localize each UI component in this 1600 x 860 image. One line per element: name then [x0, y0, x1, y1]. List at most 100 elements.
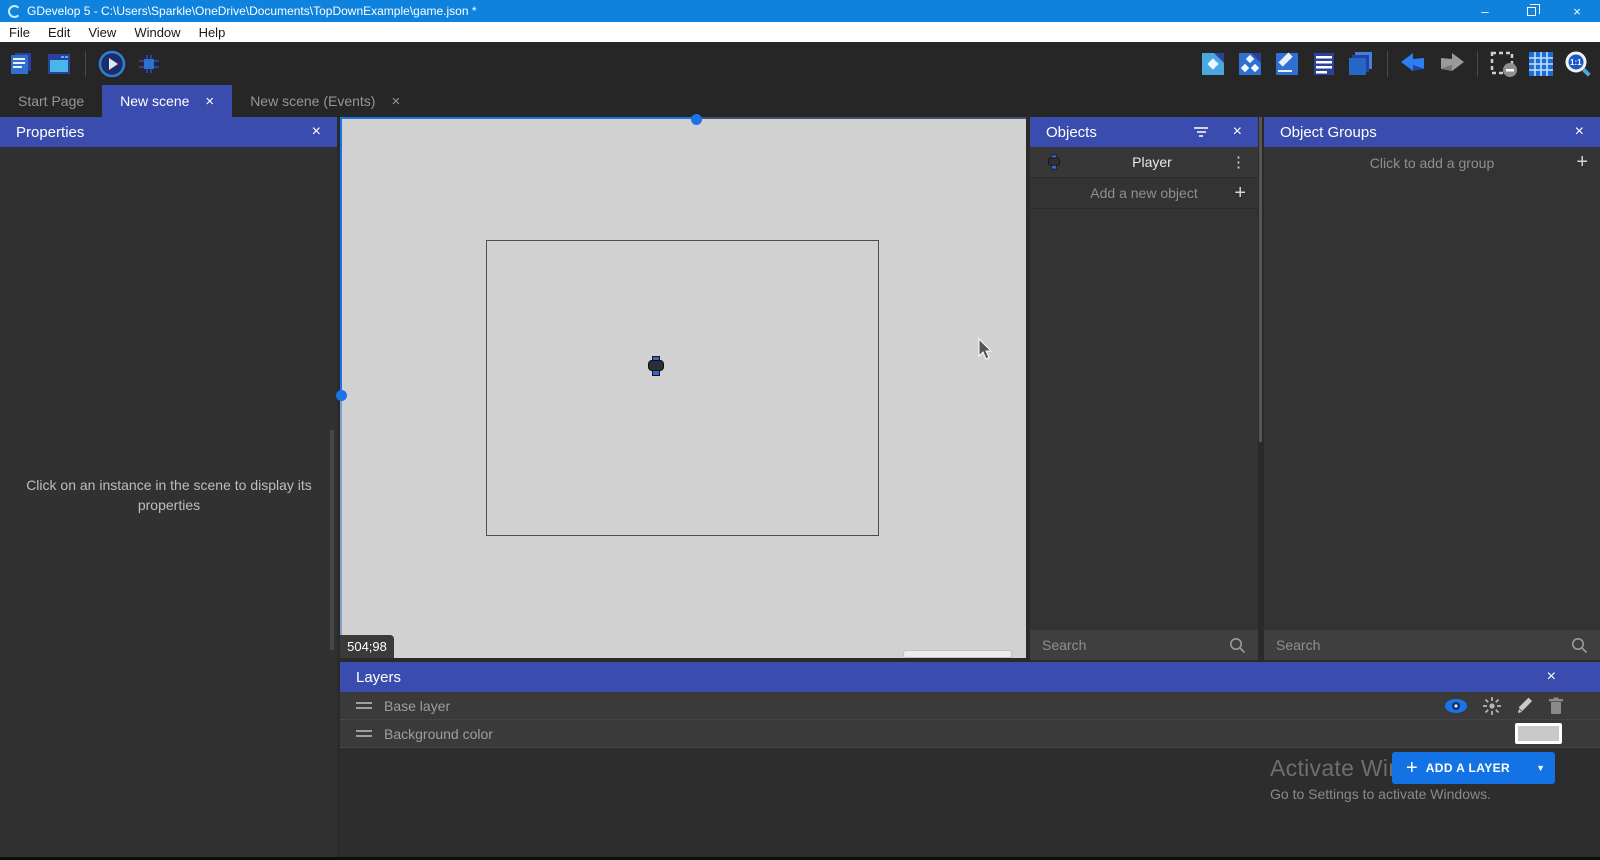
plus-icon[interactable]: +	[1576, 151, 1588, 174]
object-row-player[interactable]: Player ⋮	[1030, 147, 1258, 178]
add-layer-button[interactable]: + ADD A LAYER ▼	[1392, 752, 1555, 784]
open-layers-icon[interactable]	[1347, 50, 1375, 78]
add-object-group-icon[interactable]	[1236, 50, 1264, 78]
toolbar: 1:1	[0, 42, 1600, 85]
redo-icon[interactable]	[1437, 50, 1465, 78]
close-objects-icon[interactable]: ×	[1233, 117, 1242, 147]
objects-panel: Objects × Player ⋮ Add a new object +	[1030, 117, 1258, 660]
objects-scrollbar[interactable]	[1259, 117, 1262, 442]
player-thumbnail	[1048, 155, 1060, 170]
close-tab-icon[interactable]: ×	[391, 93, 400, 110]
player-instance[interactable]	[648, 356, 664, 376]
edit-scene-properties-icon[interactable]	[1273, 50, 1301, 78]
restore-button[interactable]	[1508, 0, 1554, 22]
debug-icon[interactable]	[135, 50, 163, 78]
objects-search-input[interactable]	[1042, 637, 1229, 653]
layer-effects-icon[interactable]	[1482, 696, 1502, 716]
v-scroll-handle[interactable]	[336, 390, 347, 401]
drag-handle-icon[interactable]	[356, 699, 372, 712]
caret-down-icon[interactable]: ▼	[1536, 763, 1545, 773]
window-title: GDevelop 5 - C:\Users\Sparkle\OneDrive\D…	[27, 4, 477, 18]
add-group-row[interactable]: Click to add a group +	[1264, 147, 1600, 178]
properties-empty-message: Click on an instance in the scene to dis…	[24, 475, 314, 516]
layers-title: Layers	[356, 669, 401, 686]
menu-window[interactable]: Window	[125, 22, 189, 42]
layer-name: Base layer	[384, 698, 450, 714]
search-icon	[1229, 637, 1246, 654]
properties-header: Properties ×	[0, 117, 337, 147]
tab-label: New scene (Events)	[250, 93, 375, 109]
objects-search	[1030, 630, 1258, 660]
open-events-icon[interactable]	[1310, 50, 1338, 78]
canvas-hscrollbar-thumb[interactable]	[903, 650, 1012, 658]
layer-edit-icon[interactable]	[1516, 697, 1534, 715]
add-layer-label: ADD A LAYER	[1426, 761, 1536, 775]
scene-window-bounds	[486, 240, 879, 536]
tab-new-scene[interactable]: New scene ×	[102, 85, 232, 117]
h-scroll-handle[interactable]	[691, 114, 702, 125]
titlebar: GDevelop 5 - C:\Users\Sparkle\OneDrive\D…	[0, 0, 1600, 22]
h-scroll-track	[697, 117, 1026, 119]
menu-file[interactable]: File	[0, 22, 39, 42]
start-page-icon[interactable]	[45, 50, 73, 78]
filter-icon[interactable]	[1194, 125, 1208, 139]
gdevelop-window: GDevelop 5 - C:\Users\Sparkle\OneDrive\D…	[0, 0, 1600, 860]
menubar: File Edit View Window Help	[0, 22, 1600, 42]
menu-view[interactable]: View	[79, 22, 125, 42]
h-scroll-indicator	[340, 117, 697, 119]
toggle-mask-icon[interactable]	[1490, 50, 1518, 78]
tab-start-page[interactable]: Start Page	[0, 85, 102, 117]
tabbar: Start Page New scene × New scene (Events…	[0, 85, 1600, 117]
menu-edit[interactable]: Edit	[39, 22, 79, 42]
project-manager-icon[interactable]	[8, 50, 36, 78]
layer-name: Background color	[384, 726, 493, 742]
watermark-line2: Go to Settings to activate Windows.	[1270, 786, 1491, 802]
object-name: Player	[1046, 154, 1258, 170]
layers-panel: Layers × Base layer	[340, 662, 1600, 857]
v-scroll-indicator	[340, 117, 342, 396]
zoom-label: 1:1	[1570, 58, 1582, 67]
minimize-button[interactable]: –	[1462, 0, 1508, 22]
tab-label: Start Page	[18, 93, 84, 109]
gdevelop-logo-icon	[8, 5, 21, 18]
background-color-swatch[interactable]	[1515, 723, 1562, 744]
scene-canvas[interactable]: 504;98	[340, 117, 1026, 658]
layer-visibility-icon[interactable]	[1444, 698, 1468, 714]
layer-row-background[interactable]: Background color	[340, 720, 1600, 748]
player-sprite-feet	[652, 370, 660, 376]
close-properties-icon[interactable]: ×	[312, 117, 321, 147]
close-layers-icon[interactable]: ×	[1547, 662, 1556, 692]
object-groups-panel: Object Groups × Click to add a group +	[1264, 117, 1600, 660]
toolbar-separator	[1477, 51, 1478, 77]
properties-panel: Properties × Click on an instance in the…	[0, 117, 337, 857]
play-preview-icon[interactable]	[98, 50, 126, 78]
menu-help[interactable]: Help	[190, 22, 235, 42]
object-groups-title: Object Groups	[1280, 124, 1377, 141]
search-icon	[1571, 637, 1588, 654]
restore-icon	[1527, 7, 1536, 16]
layer-delete-icon[interactable]	[1548, 697, 1564, 715]
tab-label: New scene	[120, 93, 189, 109]
properties-scrollbar[interactable]	[330, 430, 334, 650]
objects-title: Objects	[1046, 124, 1097, 141]
add-object-icon[interactable]	[1199, 50, 1227, 78]
undo-icon[interactable]	[1400, 50, 1428, 78]
drag-handle-icon[interactable]	[356, 727, 372, 740]
toggle-grid-icon[interactable]	[1527, 50, 1555, 78]
close-object-groups-icon[interactable]: ×	[1575, 117, 1584, 147]
objects-header: Objects ×	[1030, 117, 1258, 147]
object-groups-search	[1264, 630, 1600, 660]
object-groups-search-input[interactable]	[1276, 637, 1571, 653]
v-scroll-track	[340, 396, 342, 658]
add-object-row[interactable]: Add a new object +	[1030, 178, 1258, 209]
close-window-button[interactable]: ×	[1554, 0, 1600, 22]
tab-new-scene-events[interactable]: New scene (Events) ×	[232, 85, 418, 117]
toolbar-separator	[85, 51, 86, 77]
zoom-original-icon[interactable]: 1:1	[1564, 50, 1592, 78]
plus-icon[interactable]: +	[1234, 182, 1246, 205]
layer-row-base[interactable]: Base layer	[340, 692, 1600, 720]
layers-header: Layers ×	[340, 662, 1600, 692]
cursor-coordinates: 504;98	[340, 635, 394, 658]
close-tab-icon[interactable]: ×	[205, 93, 214, 110]
object-menu-icon[interactable]: ⋮	[1231, 153, 1246, 171]
